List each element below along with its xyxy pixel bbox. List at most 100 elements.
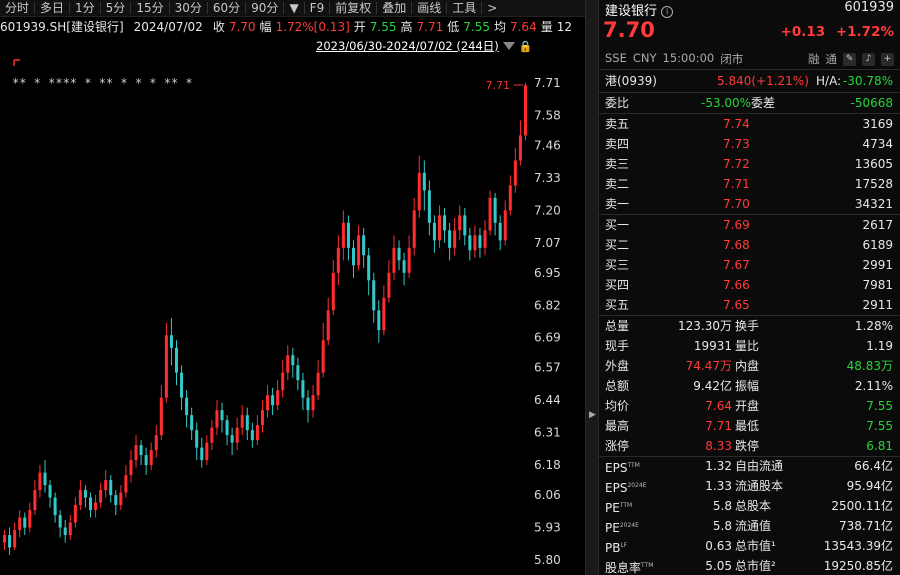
fundamental-label-suffix: TTM [619,502,633,509]
stat-value-2: 2.11% [854,379,893,393]
bid-row[interactable]: 买五 7.65 2911 [599,295,900,315]
stat-row[interactable]: 外盘 74.47万 内盘 48.83万 [599,356,900,376]
candle-body [518,135,522,161]
bid-volume: 6189 [862,238,893,252]
candle-body [18,517,22,531]
fundamental-row[interactable]: EPS2024E 1.33 流通股本 95.94亿 [599,476,900,496]
toolbar-item-10[interactable]: 前复权 [330,0,376,17]
candle-body [180,372,184,398]
fundamental-row[interactable]: PETTM 5.8 总股本 2500.11亿 [599,496,900,516]
date-range-selector[interactable]: 2023/06/30-2024/07/02 (244日) [316,38,499,54]
bell-icon[interactable]: ♪ [862,52,875,66]
toolbar-item-4[interactable]: 15分 [131,0,168,17]
candle-body [377,310,381,331]
ask-row[interactable]: 卖三 7.72 13605 [599,154,900,174]
bid-row[interactable]: 买四 7.66 7981 [599,275,900,295]
lock-icon[interactable]: 🔒 [519,40,533,53]
candle-body [205,442,209,461]
stat-row[interactable]: 总量 123.30万 换手 1.28% [599,316,900,336]
toolbar-item-6[interactable]: 60分 [208,0,245,17]
stat-label: 最高 [605,419,630,433]
fundamental-value: 5.8 [712,519,732,533]
candle-body [427,190,431,223]
y-tick-label: 7.46 [534,138,561,152]
fundamental-row[interactable]: PE2024E 5.8 流通值 738.71亿 [599,516,900,536]
avg-label: 均 [493,20,506,34]
fundamental-label-2: 总市值² [735,559,776,573]
kline-chart[interactable]: 7.71 7.58 7.46 7.33 7.20 7.07 6.95 6.82 6.69 6.57… [0,55,585,575]
stat-label-2: 量比 [735,339,760,353]
fundamental-value-2: 738.71亿 [839,519,893,533]
toolbar-item-1[interactable]: 多日 [35,0,69,17]
panel-resize-handle[interactable]: ▶ [585,0,599,575]
range-value: 1.72%[0.13] [275,19,350,34]
toolbar-item-2[interactable]: 1分 [70,0,100,17]
candle-body [266,395,270,411]
open-value: 7.55 [369,19,397,34]
candle-body [185,397,189,416]
dropdown-triangle-icon[interactable] [502,42,515,50]
toolbar-item-3[interactable]: 5分 [101,0,131,17]
toolbar-item-8[interactable]: ▼ [284,0,303,17]
add-icon[interactable]: + [881,52,894,66]
collapse-arrow-icon[interactable]: ▶ [589,410,596,420]
y-tick-label: 6.57 [534,361,561,375]
candle-body [523,85,527,136]
ask-label: 卖一 [605,197,630,211]
y-tick-label: 6.06 [534,488,561,502]
fundamental-label-text: 股息率 [605,561,642,575]
bid-row[interactable]: 买一 7.69 2617 [599,215,900,235]
fundamental-label: PETTM [605,496,632,518]
stat-label: 总额 [605,379,630,393]
toolbar-item-9[interactable]: F9 [305,0,330,17]
candle-body [200,447,204,461]
toolbar-item-11[interactable]: 叠加 [377,0,411,17]
stat-value-2: 1.19 [866,339,893,353]
fundamental-value: 1.33 [705,479,732,493]
candle-body [362,235,366,256]
y-tick-label: 6.18 [534,458,561,472]
ask-label: 卖二 [605,177,630,191]
candle-body [28,510,32,528]
toolbar-item-13[interactable]: 工具 [447,0,481,17]
stat-label-2: 换手 [735,319,760,333]
candle-body [13,530,17,548]
fundamental-label-suffix: LF [620,542,628,549]
stat-label-2: 内盘 [735,359,760,373]
stat-row[interactable]: 现手 19931 量比 1.19 [599,336,900,356]
bid-row[interactable]: 买二 7.68 6189 [599,235,900,255]
toolbar-item-7[interactable]: 90分 [246,0,283,17]
candle-body [291,355,295,366]
open-label: 开 [353,20,366,34]
fundamental-row[interactable]: EPSTTM 1.32 自由流通 66.4亿 [599,456,900,476]
edit-icon[interactable]: ✎ [843,52,856,66]
fundamental-row[interactable]: PBLF 0.63 总市值¹ 13543.39亿 [599,536,900,556]
bid-row[interactable]: 买三 7.67 2991 [599,255,900,275]
info-icon[interactable]: i [661,5,674,18]
candle-body [407,247,411,273]
stat-label: 均价 [605,399,630,413]
ask-row[interactable]: 卖一 7.70 34321 [599,194,900,214]
stat-row[interactable]: 涨停 8.33 跌停 6.81 [599,436,900,456]
stat-label-2: 振幅 [735,379,760,393]
ask-row[interactable]: 卖五 7.74 3169 [599,114,900,134]
stat-row[interactable]: 总额 9.42亿 振幅 2.11% [599,376,900,396]
ask-row[interactable]: 卖四 7.73 4734 [599,134,900,154]
fundamental-value: 0.63 [705,539,732,553]
toolbar-item-5[interactable]: 30分 [170,0,207,17]
candle-body [296,365,300,381]
stat-row[interactable]: 均价 7.64 开盘 7.55 [599,396,900,416]
last-price-label: 7.71 [485,79,510,92]
candle-body [215,410,219,428]
ask-price: 7.71 [723,177,750,191]
ha-label: H/A: [816,74,842,88]
toolbar-item-0[interactable]: 分时 [0,0,34,17]
ask-row[interactable]: 卖二 7.71 17528 [599,174,900,194]
info-bar: 601939.SH[建设银行] 2024/07/02 收 7.70 幅 1.72… [0,17,585,36]
stat-row[interactable]: 最高 7.71 最低 7.55 [599,416,900,436]
stat-value: 123.30万 [678,319,732,333]
toolbar-item-14[interactable]: > [482,0,502,17]
bid-label: 买四 [605,278,630,292]
fundamental-row[interactable]: 股息率TTM 5.05 总市值² 19250.85亿 [599,556,900,575]
toolbar-item-12[interactable]: 画线 [412,0,446,17]
